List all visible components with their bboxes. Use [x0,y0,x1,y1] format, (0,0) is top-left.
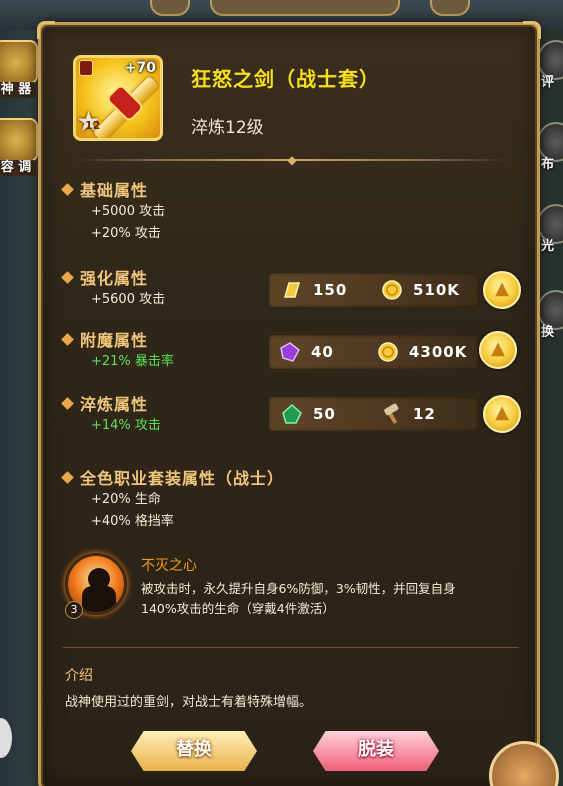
base-attributes-section: 基础属性 +5000 攻击 +20% 攻击 [61,177,166,245]
enhance-up-button[interactable]: ▲ [483,271,521,309]
star-level: 12 [85,119,101,132]
diamond-bullet-icon [61,471,74,484]
item-icon-frame: +70 ★ 12 [73,55,163,141]
unequip-button[interactable]: 脱装 [313,731,439,771]
set-skill-level: 3 [65,601,83,619]
review-button-label: 评 [541,75,555,90]
top-title-tab [210,0,400,16]
item-name: 狂怒之剑（战士套） [191,67,380,91]
light-button[interactable]: 光 [537,204,563,254]
artifact-button-label: 神 器 [0,82,36,98]
review-button[interactable]: 评 [537,40,563,90]
lineup-button-label: 容 调 [0,160,36,176]
swap-button-label: 换 [541,325,555,340]
diamond-bullet-icon [61,271,74,284]
coin-icon [381,279,403,301]
refine-cost-bar: 50 12 [269,397,479,431]
enchant-up-button[interactable]: ▲ [479,331,517,369]
stat-line: +20% 生命 [91,492,161,507]
enchant-attributes-section: 附魔属性 +21% 暴击率 [61,327,174,373]
diamond-bullet-icon [61,183,74,196]
cost-value: 40 [311,343,334,361]
divider-diamond-icon: ◆ [287,153,297,167]
panel-corner-ornament [37,21,55,39]
refine-up-button[interactable]: ▲ [483,395,521,433]
cost-value: 50 [313,405,336,423]
light-button-label: 光 [541,239,555,254]
cost-value: 4300K [409,343,468,361]
replace-button[interactable]: 替换 [131,731,257,771]
enhance-level: +70 [124,60,156,76]
green-gem-icon [281,403,303,425]
section-title: 附魔属性 [80,331,149,350]
cost-value: 150 [313,281,348,299]
weapon-slot-icon [79,60,93,76]
diamond-bullet-icon [61,397,74,410]
stat-line: +5000 攻击 [91,204,166,219]
divider [63,647,519,648]
diamond-bullet-icon [61,333,74,346]
set-attributes-section: 全色职业套装属性（战士） +20% 生命 +40% 格挡率 [61,465,285,533]
lineup-button[interactable]: 容 调 [0,118,38,176]
section-title: 淬炼属性 [80,395,149,414]
enhance-cost-bar: 150 510K [269,273,479,307]
cost-value: 12 [413,405,436,423]
section-title: 基础属性 [80,181,149,200]
gold-bar-icon [281,279,303,301]
layout-button-label: 布 [541,157,555,172]
swap-button[interactable]: 换 [537,290,563,340]
stat-line: +5600 攻击 [91,292,166,307]
stat-line: +14% 攻击 [91,418,161,433]
hammer-icon [381,403,403,425]
cost-value: 510K [413,281,460,299]
stat-line: +40% 格挡率 [91,514,174,529]
top-tab-icon[interactable] [430,0,470,16]
intro-text: 战神使用过的重剑，对战士有着特殊增幅。 [65,695,313,710]
refine-attributes-section: 淬炼属性 +14% 攻击 [61,391,161,437]
enhance-attributes-section: 强化属性 +5600 攻击 [61,265,166,311]
set-skill-description: 被攻击时，永久提升自身6%防御，3%韧性，并回复自身140%攻击的生命（穿戴4件… [141,581,456,616]
refine-level: 淬炼12级 [191,118,264,138]
section-title: 强化属性 [80,269,149,288]
section-title: 全色职业套装属性（战士） [80,469,285,488]
item-detail-panel: +70 ★ 12 狂怒之剑（战士套） 淬炼12级 ◆ 基础属性 +5000 攻击… [37,21,559,786]
top-tab-icon[interactable] [150,0,190,16]
intro-title: 介绍 [65,668,93,684]
stat-line: +21% 暴击率 [91,354,174,369]
silhouette-body [82,586,116,612]
layout-button[interactable]: 布 [537,122,563,172]
panel-corner-ornament [523,21,541,39]
stat-line: +20% 攻击 [91,226,161,241]
coin-icon [377,341,399,363]
enchant-cost-bar: 40 4300K [269,335,479,369]
artifact-button[interactable]: 神 器 [0,40,38,98]
set-skill-name: 不灭之心 [141,558,197,574]
purple-crystal-icon [279,341,301,363]
